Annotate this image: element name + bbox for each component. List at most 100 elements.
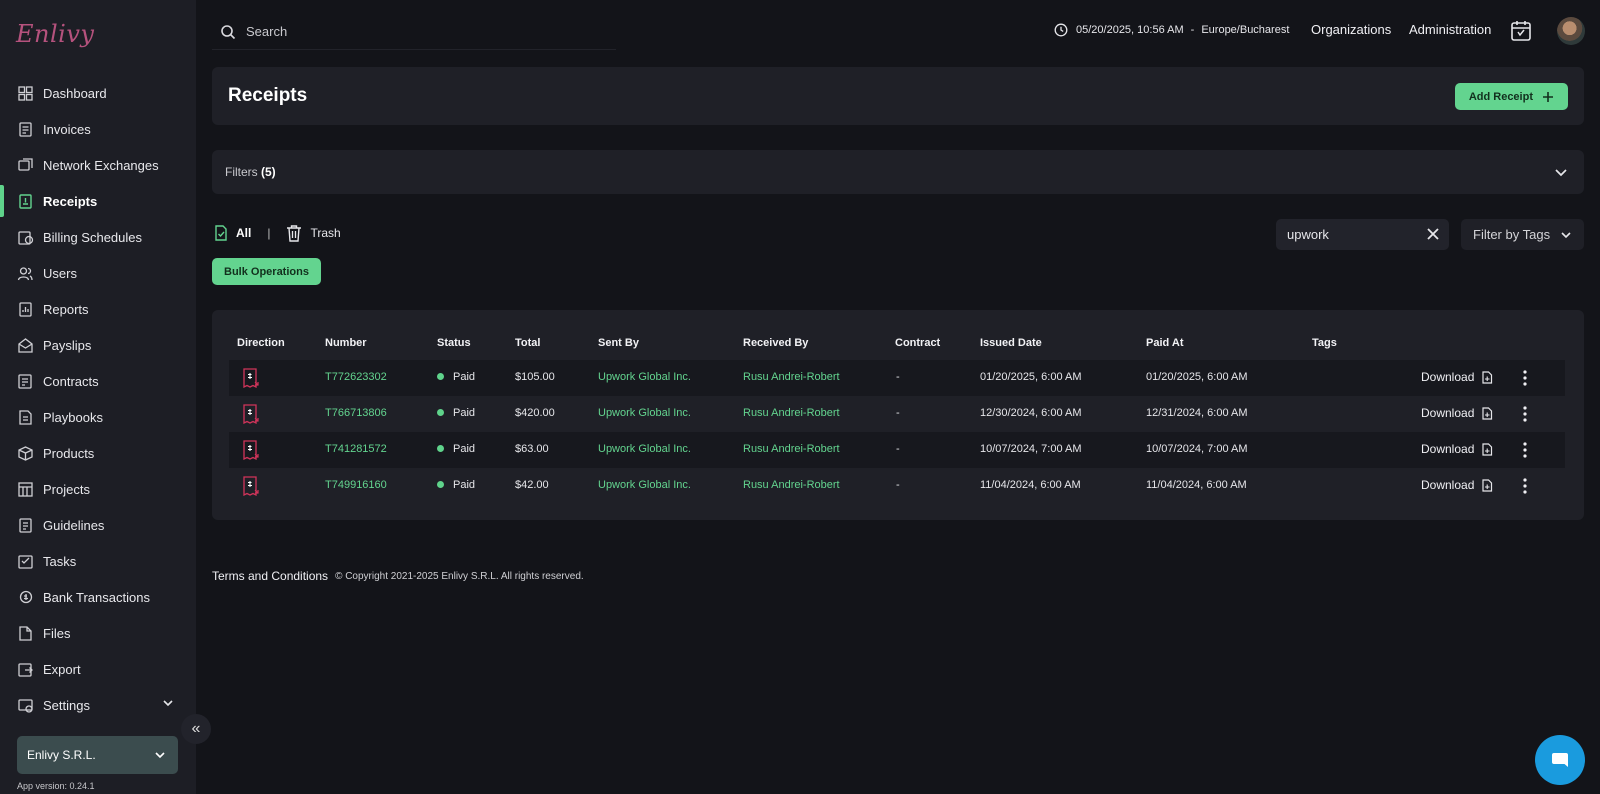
receipt-search-input[interactable]: upwork — [1276, 219, 1449, 250]
playbook-icon-wrap — [17, 409, 34, 426]
sidebar-item-playbooks[interactable]: Playbooks — [0, 399, 196, 435]
download-button[interactable]: Download — [1421, 370, 1493, 384]
column-header-status[interactable]: Status — [437, 337, 471, 349]
table-row[interactable]: T772623302 Paid $105.00 Upwork Global Inc. R… — [229, 360, 1565, 396]
sidebar-item-settings[interactable]: Settings — [0, 687, 196, 723]
topbar: Search 05/20/2025, 10:56 AM - Europe/Buc… — [196, 0, 1600, 62]
collapse-sidebar-button[interactable]: « — [181, 714, 211, 744]
global-search[interactable]: Search — [212, 14, 616, 50]
total-amount-text: $42.00 — [515, 479, 549, 491]
received-by-link[interactable]: Rusu Andrei-Robert — [743, 407, 840, 419]
table-row[interactable]: T749916160 Paid $42.00 Upwork Global Inc. Ru… — [229, 468, 1565, 504]
sidebar-item-products[interactable]: Products — [0, 435, 196, 471]
incoming-receipt-icon — [243, 440, 259, 460]
filters-panel[interactable]: Filters (5) — [212, 150, 1584, 194]
organizations-link[interactable]: Organizations — [1311, 22, 1391, 37]
users-icon — [17, 266, 33, 280]
add-receipt-button[interactable]: Add Receipt — [1454, 83, 1568, 110]
sidebar-item-contracts[interactable]: Contracts — [0, 363, 196, 399]
column-header-issued-date[interactable]: Issued Date — [980, 337, 1042, 349]
clear-search-icon[interactable] — [1426, 227, 1440, 241]
users-icon-wrap — [17, 265, 34, 282]
sidebar-item-files[interactable]: Files — [0, 615, 196, 651]
receipt-number-link[interactable]: T741281572 — [325, 443, 387, 455]
more-options-icon[interactable] — [1522, 369, 1528, 387]
sidebar-nav: Dashboard Invoices Network Exchanges Rec… — [0, 75, 196, 723]
total-amount: $105.00 — [515, 371, 555, 383]
received-by-link-text: Rusu Andrei-Robert — [743, 407, 840, 419]
file-download-icon — [1482, 442, 1493, 456]
calendar-icon[interactable] — [1510, 20, 1532, 42]
download-button[interactable]: Download — [1421, 406, 1493, 420]
filters-count: (5) — [261, 165, 276, 179]
sidebar-item-network-exchanges[interactable]: Network Exchanges — [0, 147, 196, 183]
incoming-receipt-icon — [243, 476, 259, 496]
column-header-sent-by[interactable]: Sent By — [598, 337, 639, 349]
receipt-number-link[interactable]: T749916160 — [325, 479, 387, 491]
logo[interactable]: Enlivy — [16, 20, 94, 48]
sent-by-link[interactable]: Upwork Global Inc. — [598, 443, 691, 455]
dashboard-icon-wrap — [17, 85, 34, 102]
sidebar-item-tasks[interactable]: Tasks — [0, 543, 196, 579]
issued-date-text: 11/04/2024, 6:00 AM — [980, 479, 1081, 491]
sent-by-link[interactable]: Upwork Global Inc. — [598, 479, 691, 491]
sent-by-link-text: Upwork Global Inc. — [598, 371, 691, 383]
sidebar-item-payslips[interactable]: Payslips — [0, 327, 196, 363]
more-options-icon[interactable] — [1522, 477, 1528, 495]
bulk-operations-button[interactable]: Bulk Operations — [212, 258, 321, 285]
receipt-number-link[interactable]: T766713806 — [325, 407, 387, 419]
received-by-link[interactable]: Rusu Andrei-Robert — [743, 371, 840, 383]
received-by-link[interactable]: Rusu Andrei-Robert — [743, 443, 840, 455]
column-header-received-by[interactable]: Received By — [743, 337, 808, 349]
status-badge: Paid — [437, 407, 475, 419]
sidebar-item-dashboard[interactable]: Dashboard — [0, 75, 196, 111]
column-header-paid-at[interactable]: Paid At — [1146, 337, 1184, 349]
sidebar-item-users[interactable]: Users — [0, 255, 196, 291]
sent-by-link[interactable]: Upwork Global Inc. — [598, 371, 691, 383]
receipt-number-link-text: T749916160 — [325, 479, 387, 491]
column-header-number[interactable]: Number — [325, 337, 367, 349]
column-header-total[interactable]: Total — [515, 337, 540, 349]
filter-by-tags-select[interactable]: Filter by Tags — [1461, 219, 1584, 250]
download-label: Download — [1421, 370, 1475, 384]
sent-by-link-text: Upwork Global Inc. — [598, 443, 691, 455]
sidebar-item-reports[interactable]: Reports — [0, 291, 196, 327]
paid-at-date-text: 12/31/2024, 6:00 AM — [1146, 407, 1248, 419]
settings-icon-wrap — [17, 697, 34, 714]
paid-at-date-text: 11/04/2024, 6:00 AM — [1146, 479, 1247, 491]
organization-select[interactable]: Enlivy S.R.L. — [17, 736, 178, 774]
sidebar-item-receipts[interactable]: Receipts — [0, 183, 196, 219]
sent-by-link[interactable]: Upwork Global Inc. — [598, 407, 691, 419]
sidebar-item-label: Network Exchanges — [43, 157, 159, 173]
download-button[interactable]: Download — [1421, 478, 1493, 492]
column-header-direction[interactable]: Direction — [237, 337, 285, 349]
sidebar-item-label: Invoices — [43, 121, 91, 137]
sidebar-item-projects[interactable]: Projects — [0, 471, 196, 507]
user-avatar[interactable] — [1557, 17, 1585, 45]
more-options-icon[interactable] — [1522, 405, 1528, 423]
sidebar-item-guidelines[interactable]: Guidelines — [0, 507, 196, 543]
sidebar-item-invoices[interactable]: Invoices — [0, 111, 196, 147]
column-header-contract[interactable]: Contract — [895, 337, 940, 349]
sidebar-item-billing-schedules[interactable]: Billing Schedules — [0, 219, 196, 255]
sidebar-item-export[interactable]: Export — [0, 651, 196, 687]
terms-link[interactable]: Terms and Conditions — [212, 569, 328, 583]
sidebar-item-bank-transactions[interactable]: Bank Transactions — [0, 579, 196, 615]
status-dot — [437, 444, 444, 452]
total-amount-text: $420.00 — [515, 407, 555, 419]
total-amount-text: $105.00 — [515, 371, 555, 383]
more-options-icon[interactable] — [1522, 441, 1528, 459]
tab-trash[interactable]: Trash — [286, 224, 341, 242]
receipt-number-link[interactable]: T772623302 — [325, 371, 387, 383]
table-row[interactable]: T741281572 Paid $63.00 Upwork Global Inc. Ru… — [229, 432, 1565, 468]
table-row[interactable]: T766713806 Paid $420.00 Upwork Global Inc. R… — [229, 396, 1565, 432]
column-header-tags[interactable]: Tags — [1312, 337, 1337, 349]
chat-button[interactable] — [1535, 735, 1585, 785]
received-by-link[interactable]: Rusu Andrei-Robert — [743, 479, 840, 491]
received-by-link-text: Rusu Andrei-Robert — [743, 479, 840, 491]
sidebar-item-label: Bank Transactions — [43, 589, 150, 605]
download-button[interactable]: Download — [1421, 442, 1493, 456]
tab-all[interactable]: All — [214, 225, 251, 241]
administration-link[interactable]: Administration — [1409, 22, 1491, 37]
contract-value-text: - — [896, 443, 900, 455]
